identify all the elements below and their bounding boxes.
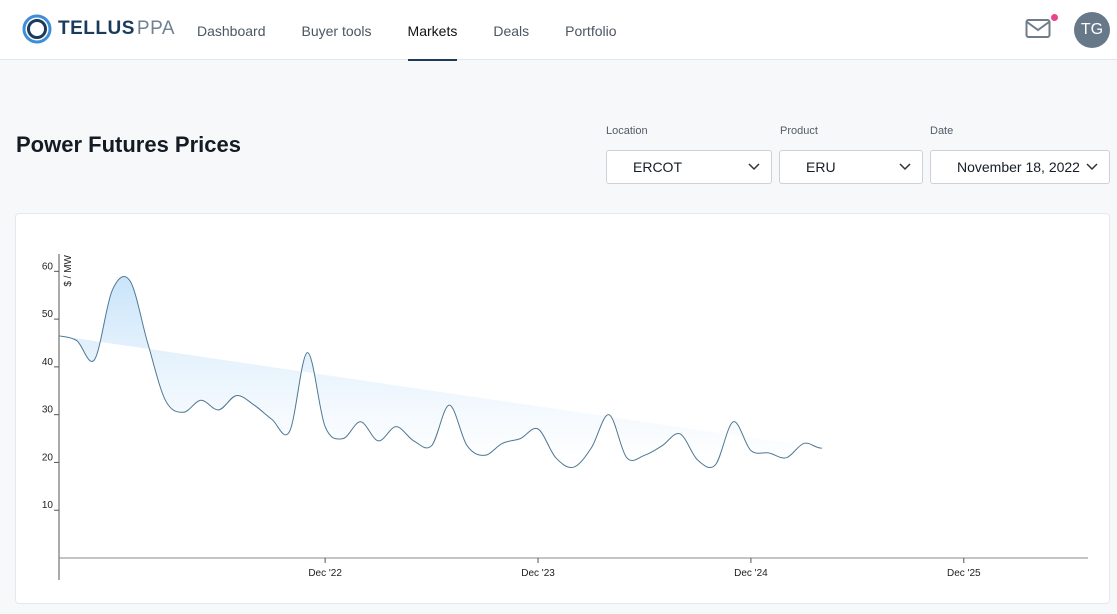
- top-navigation-bar: TELLUS PPA Dashboard Buyer tools Markets …: [0, 0, 1117, 61]
- y-axis-label: $ / MW: [63, 254, 74, 286]
- y-tick-label: 60: [42, 261, 54, 272]
- location-label: Location: [606, 125, 648, 137]
- brand-name: TELLUS PPA: [58, 18, 175, 40]
- user-avatar[interactable]: TG: [1074, 12, 1110, 48]
- date-select-value: November 18, 2022: [957, 159, 1080, 175]
- nav-markets[interactable]: Markets: [390, 0, 476, 61]
- location-select-value: ERCOT: [633, 159, 682, 175]
- brand-name-strong: TELLUS: [58, 18, 135, 39]
- data-point: [1087, 214, 1089, 215]
- data-point: [980, 214, 982, 215]
- mail-icon[interactable]: [1025, 18, 1051, 40]
- data-point: [1034, 214, 1036, 215]
- price-area: [59, 276, 822, 468]
- y-tick-label: 20: [42, 452, 54, 463]
- y-tick-label: 40: [42, 357, 54, 368]
- product-select[interactable]: ERU: [779, 150, 923, 184]
- y-tick-label: 50: [42, 309, 54, 320]
- data-point: [927, 214, 929, 215]
- brand-logo[interactable]: TELLUS PPA: [22, 13, 175, 45]
- x-tick-label: Dec '25: [947, 568, 981, 579]
- y-tick-label: 30: [42, 405, 54, 416]
- data-point: [874, 214, 876, 215]
- data-point: [1069, 214, 1071, 215]
- tellus-logo-icon: [22, 14, 52, 44]
- chevron-down-icon: [1086, 163, 1098, 171]
- date-label: Date: [930, 125, 954, 137]
- nav-portfolio[interactable]: Portfolio: [547, 0, 634, 60]
- y-tick-label: 10: [42, 500, 54, 511]
- nav-dashboard[interactable]: Dashboard: [179, 0, 284, 60]
- main-nav: Dashboard Buyer tools Markets Deals Port…: [179, 0, 635, 61]
- data-point: [1051, 214, 1053, 215]
- nav-deals[interactable]: Deals: [475, 0, 547, 60]
- brand-name-light: PPA: [136, 18, 175, 39]
- chevron-down-icon: [899, 163, 911, 171]
- data-point: [892, 214, 894, 215]
- nav-buyer-tools[interactable]: Buyer tools: [284, 0, 390, 60]
- data-point: [998, 214, 1000, 215]
- data-point: [945, 214, 947, 215]
- data-point: [856, 214, 858, 215]
- data-point: [1016, 214, 1018, 215]
- x-tick-label: Dec '22: [308, 568, 342, 579]
- data-point: [963, 214, 965, 215]
- price-chart: 10 20 30 40 50 60 Dec '22 Dec '23 Dec '24 Dec '25…: [42, 214, 1089, 580]
- notification-dot: [1051, 14, 1058, 21]
- x-tick-label: Dec '24: [734, 568, 768, 579]
- chart-card: 10 20 30 40 50 60 Dec '22 Dec '23 Dec '24 Dec '25…: [15, 213, 1110, 604]
- data-point: [909, 214, 911, 215]
- data-point: [838, 437, 840, 439]
- page-title: Power Futures Prices: [16, 132, 241, 157]
- location-select[interactable]: ERCOT: [606, 150, 772, 184]
- chevron-down-icon: [748, 163, 760, 171]
- product-label: Product: [780, 125, 818, 137]
- x-tick-label: Dec '23: [521, 568, 555, 579]
- date-select[interactable]: November 18, 2022: [930, 150, 1110, 184]
- product-select-value: ERU: [806, 159, 836, 175]
